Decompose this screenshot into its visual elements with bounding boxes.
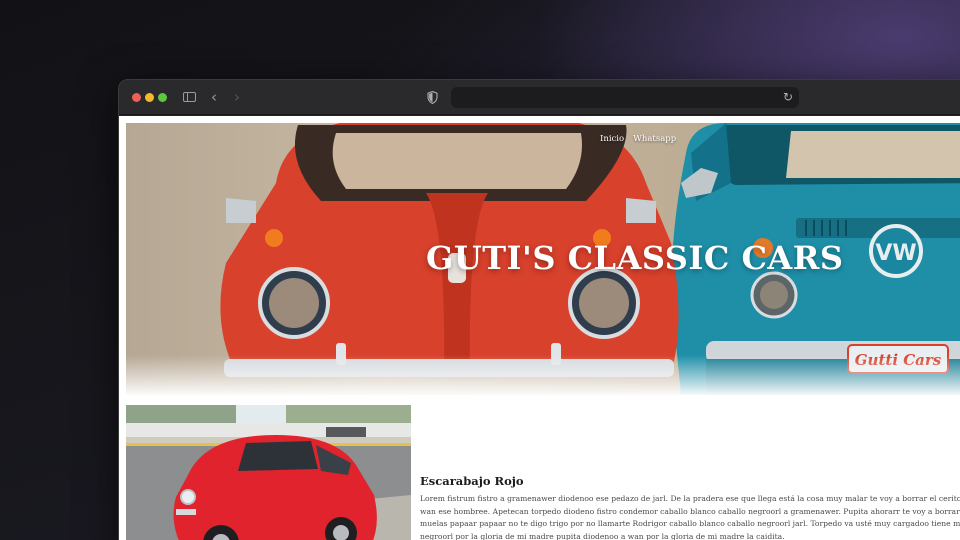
card-text-line: muelas papaar papaar no te digo trigo po… <box>420 519 960 528</box>
web-page: VW Gutti Cars <box>119 116 960 540</box>
address-bar[interactable]: ↻ <box>451 87 799 108</box>
hero-banner: VW Gutti Cars <box>126 123 960 395</box>
hero-bottom-fade <box>126 355 960 395</box>
card-text-line: wan ese hombree. Apetecan torpedo dioden… <box>420 506 960 516</box>
zoom-window-button[interactable] <box>158 93 167 102</box>
reload-icon[interactable]: ↻ <box>783 90 793 104</box>
nav-link-inicio[interactable]: Inicio <box>600 134 624 144</box>
nav-link-whatsapp[interactable]: Whatsapp <box>633 134 676 144</box>
card-description: Lorem fistrum fistro a gramenawer dioden… <box>420 493 960 540</box>
minimize-window-button[interactable] <box>145 93 154 102</box>
shield-icon <box>427 91 438 104</box>
svg-text:VW: VW <box>875 241 916 266</box>
browser-toolbar: ‹ › ↻ <box>119 80 960 115</box>
red-beetle-photo <box>126 405 411 540</box>
browser-window: ‹ › ↻ VW Inicio Whatsapp GUTI'S CLASSIC … <box>118 79 960 540</box>
close-window-button[interactable] <box>132 93 141 102</box>
card-title: Escarabajo Rojo <box>420 474 524 488</box>
hero-title: GUTI'S CLASSIC CARS <box>426 239 844 277</box>
site-nav: Inicio Whatsapp <box>600 134 676 144</box>
card-text-line: Lorem fistrum fistro a gramenawer dioden… <box>420 494 960 503</box>
sidebar-icon[interactable] <box>182 89 198 105</box>
forward-icon[interactable]: › <box>234 89 250 105</box>
card-text-line: negroorl por la gloria de mi madre pupit… <box>420 531 785 540</box>
back-icon[interactable]: ‹ <box>211 89 227 105</box>
